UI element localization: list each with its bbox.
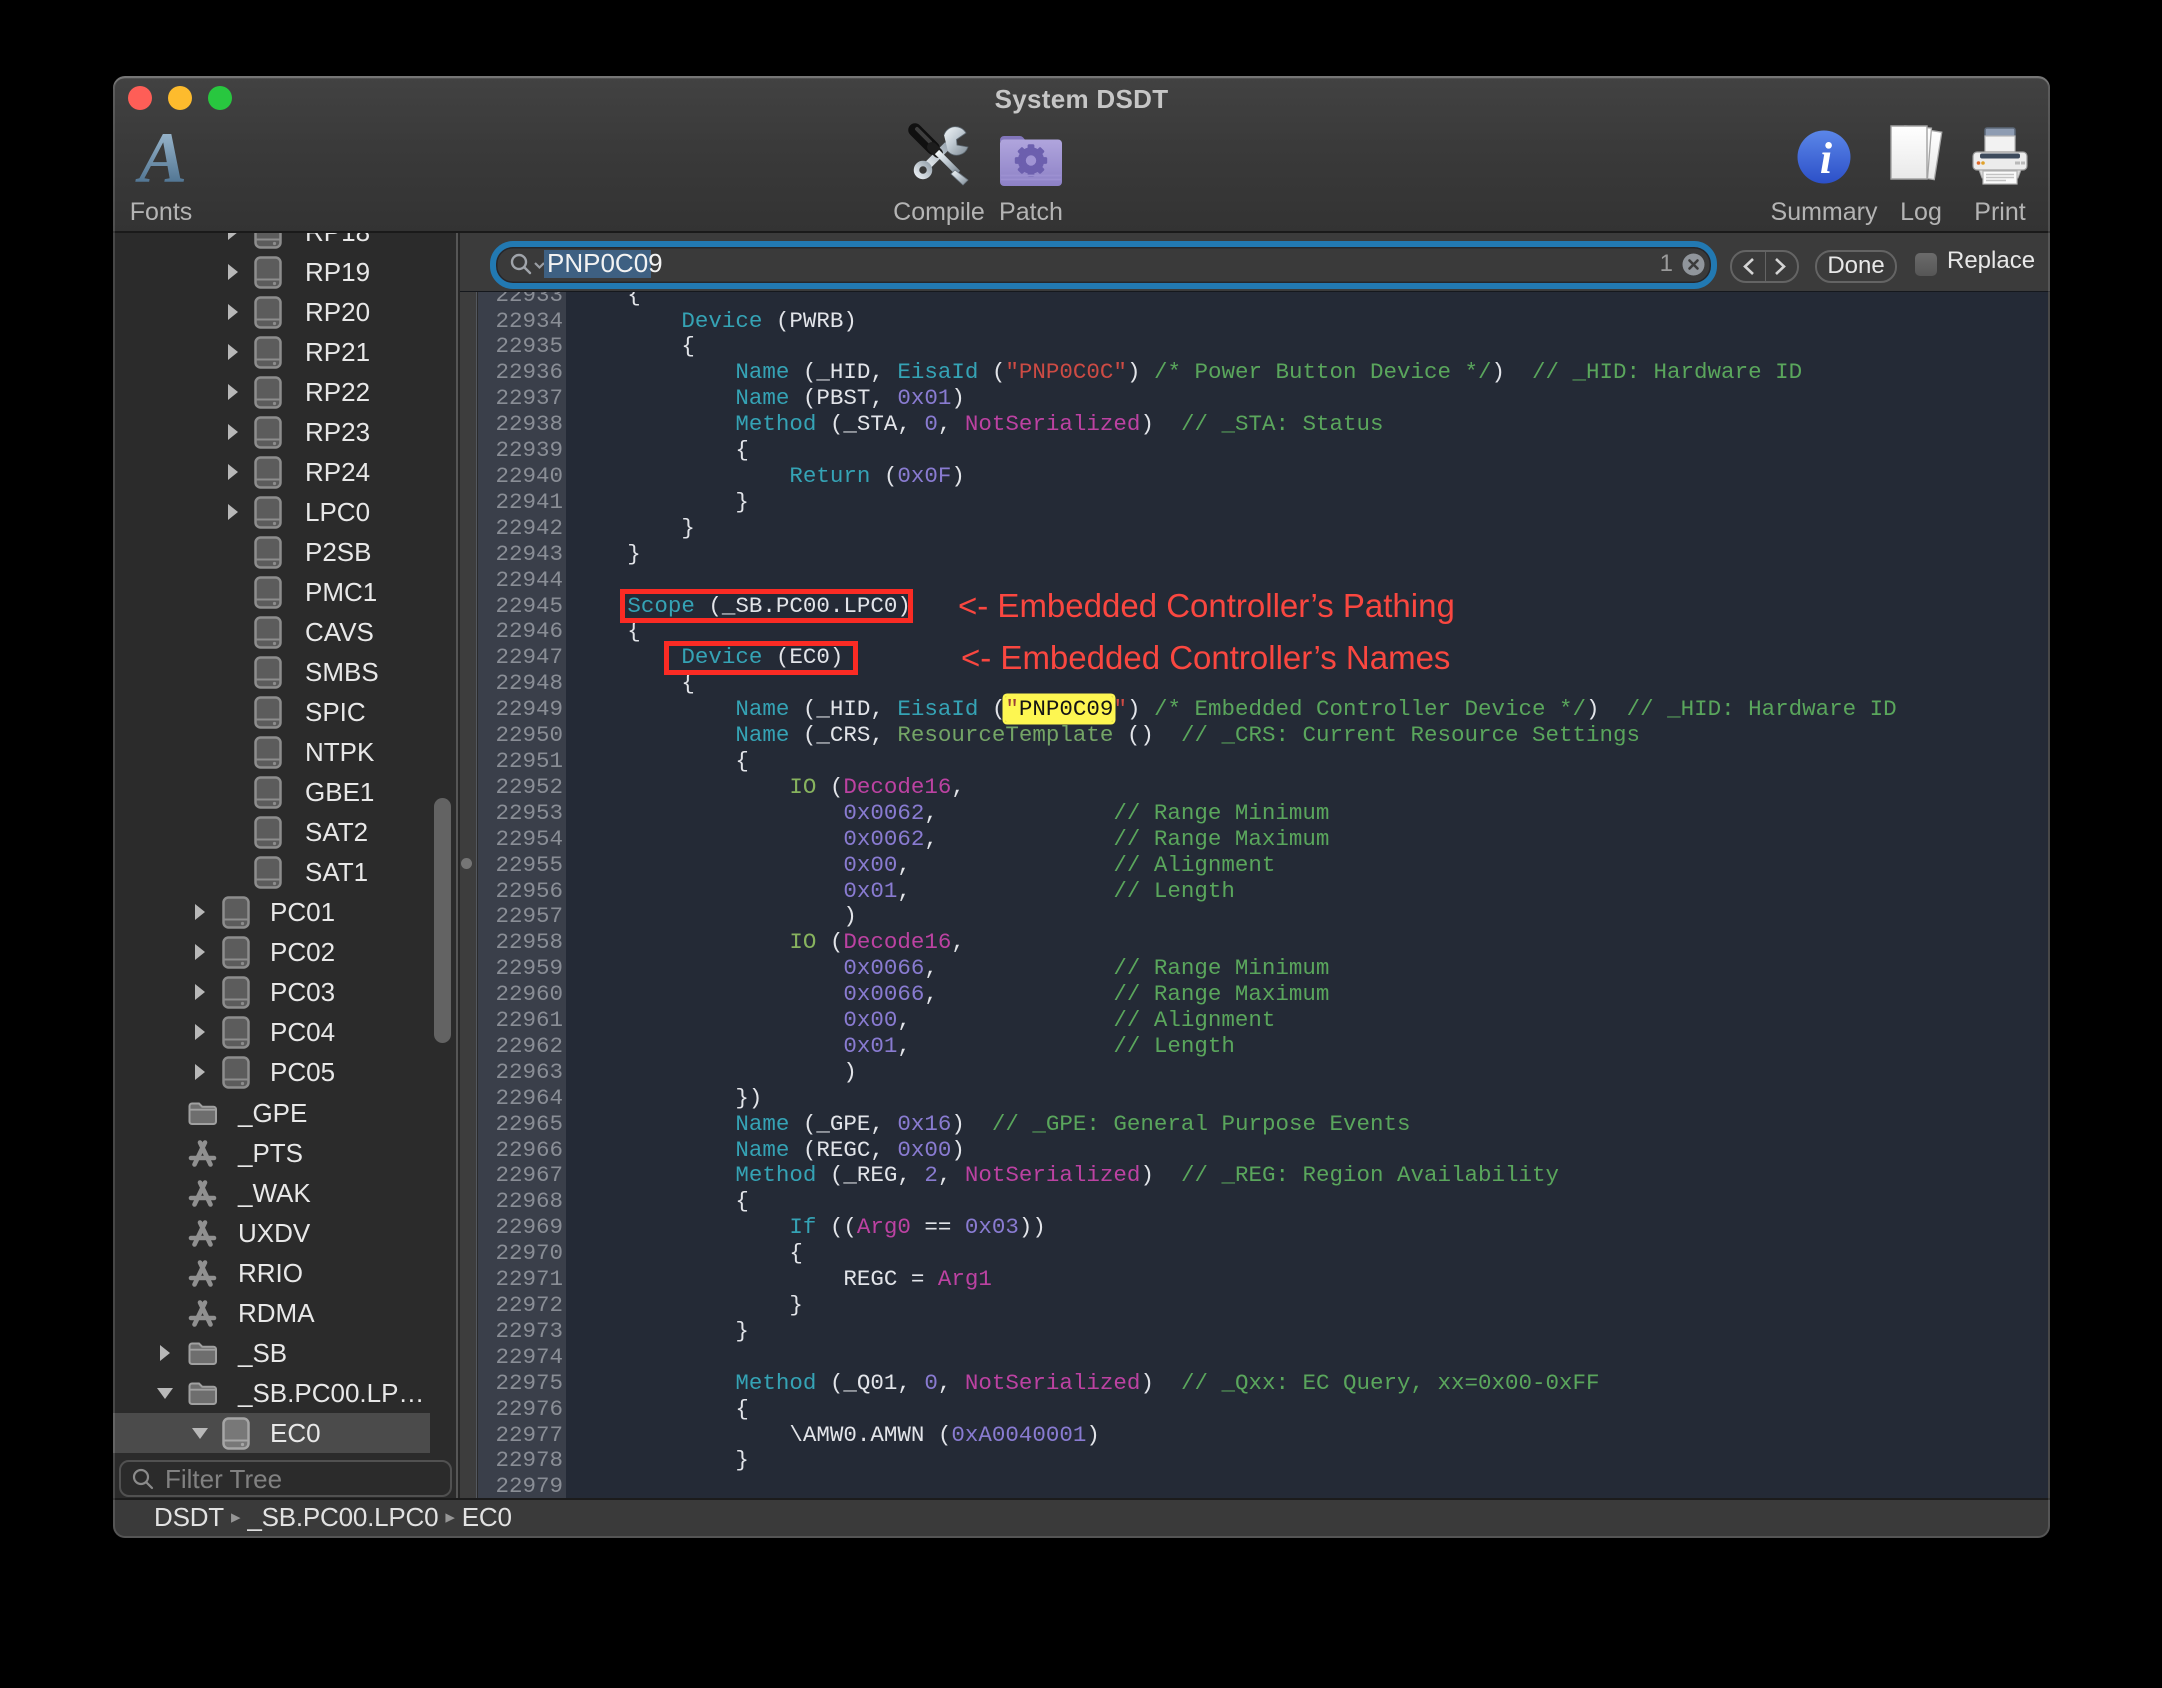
- svg-text:i: i: [1820, 134, 1833, 183]
